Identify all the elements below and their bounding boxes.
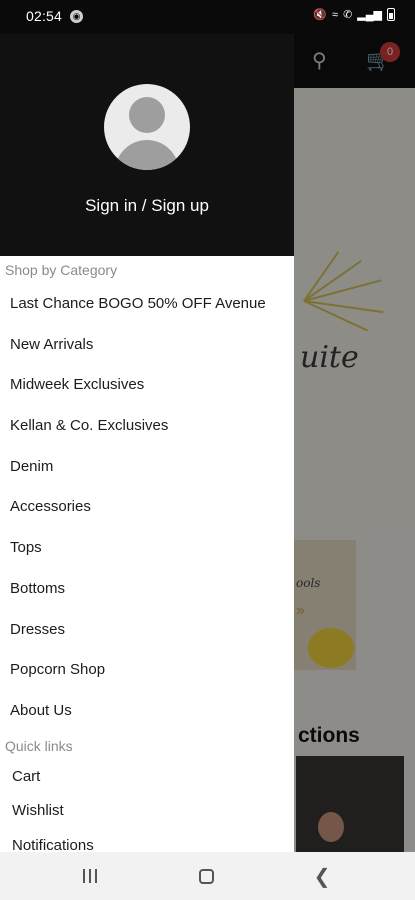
navigation-drawer: Sign in / Sign up Shop by Category Last …	[0, 34, 294, 852]
wifi-icon: ≈	[332, 8, 339, 21]
call-icon: ✆	[343, 9, 353, 21]
quick-link-wishlist[interactable]: Wishlist	[0, 794, 294, 829]
status-bar: 02:54 ◉ 🔇 ≈ ✆ ▂▄▆	[0, 0, 415, 34]
quick-links-heading: Quick links	[5, 737, 73, 754]
back-chevron-icon: ❮	[313, 865, 331, 888]
category-item[interactable]: Kellan & Co. Exclusives	[0, 406, 294, 447]
quick-links-list: Cart Wishlist Notifications	[0, 760, 294, 852]
category-item[interactable]: New Arrivals	[0, 325, 294, 366]
category-item[interactable]: About Us	[0, 691, 294, 732]
signin-link[interactable]: Sign in / Sign up	[0, 196, 294, 216]
mute-icon: 🔇	[313, 9, 328, 21]
system-nav-bar: ❮	[0, 852, 415, 900]
home-icon	[198, 868, 214, 884]
category-item[interactable]: Tops	[0, 528, 294, 569]
battery-icon	[387, 8, 395, 21]
back-button[interactable]: ❮	[302, 862, 342, 890]
drawer-header: Sign in / Sign up	[0, 34, 294, 256]
category-item[interactable]: Dresses	[0, 610, 294, 651]
category-heading: Shop by Category	[5, 262, 118, 278]
quick-link-notifications[interactable]: Notifications	[0, 829, 294, 852]
quick-link-cart[interactable]: Cart	[0, 760, 294, 795]
category-item[interactable]: Midweek Exclusives	[0, 365, 294, 406]
recent-apps-button[interactable]	[70, 862, 110, 890]
notification-dot-icon: ◉	[70, 10, 83, 23]
avatar-head	[129, 97, 165, 133]
category-item[interactable]: Bottoms	[0, 569, 294, 610]
category-item[interactable]: Last Chance BOGO 50% OFF Avenue	[0, 284, 294, 325]
category-item[interactable]: Popcorn Shop	[0, 650, 294, 691]
status-icons: 🔇 ≈ ✆ ▂▄▆	[313, 8, 395, 21]
home-button[interactable]	[186, 862, 226, 890]
recent-apps-icon	[83, 869, 97, 883]
category-list: Last Chance BOGO 50% OFF Avenue New Arri…	[0, 284, 294, 732]
signal-icon: ▂▄▆	[357, 9, 382, 21]
status-time: 02:54	[26, 8, 63, 24]
category-item[interactable]: Accessories	[0, 487, 294, 528]
category-item[interactable]: Denim	[0, 447, 294, 488]
avatar-icon[interactable]	[104, 84, 190, 170]
avatar-body	[115, 140, 179, 170]
